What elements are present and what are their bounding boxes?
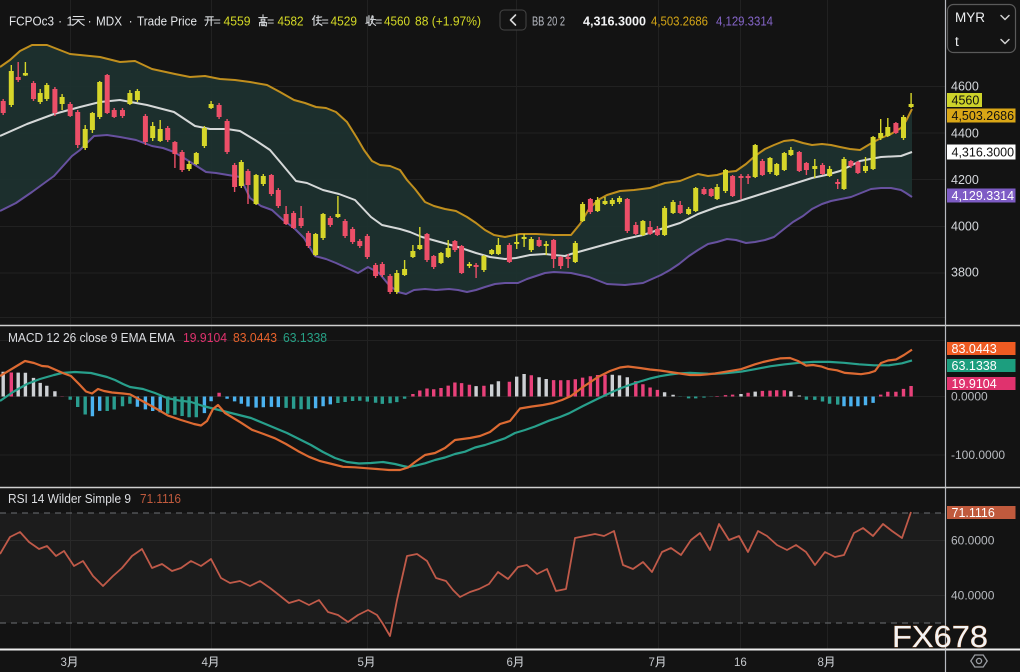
svg-text:BB 20 2: BB 20 2 [532, 15, 565, 29]
svg-text:83.0443: 83.0443 [233, 331, 277, 345]
svg-text:4560: 4560 [384, 15, 410, 29]
svg-text:=: = [214, 15, 221, 29]
svg-text:63.1338: 63.1338 [283, 331, 327, 345]
svg-text:·: · [58, 15, 62, 29]
svg-text:1: 1 [67, 15, 74, 29]
svg-text:MYR: MYR [955, 10, 985, 25]
svg-text:4600: 4600 [951, 80, 979, 94]
svg-text:3: 3 [61, 657, 67, 669]
svg-text:Trade Price: Trade Price [137, 15, 197, 29]
svg-text:4,316.3000: 4,316.3000 [952, 145, 1015, 159]
svg-text:=: = [322, 15, 329, 29]
svg-text:4529: 4529 [331, 15, 358, 29]
svg-text:4000: 4000 [951, 220, 979, 234]
svg-text:MACD 12 26 close 9 EMA EMA: MACD 12 26 close 9 EMA EMA [8, 331, 176, 345]
svg-text:83.0443: 83.0443 [952, 342, 997, 356]
svg-text:·: · [88, 15, 92, 29]
svg-text:4,129.3314: 4,129.3314 [952, 189, 1015, 203]
svg-text:0.0000: 0.0000 [951, 390, 988, 404]
svg-text:4559: 4559 [224, 15, 251, 29]
svg-text:63.1338: 63.1338 [952, 359, 997, 373]
svg-text:16: 16 [734, 657, 747, 669]
svg-text:FX678: FX678 [892, 619, 988, 654]
svg-text:=: = [267, 15, 274, 29]
svg-text:4200: 4200 [951, 173, 979, 187]
svg-text:7: 7 [649, 657, 655, 669]
svg-text:71.1116: 71.1116 [140, 492, 181, 506]
svg-text:4,316.3000: 4,316.3000 [583, 15, 646, 29]
svg-text:3800: 3800 [951, 266, 979, 280]
svg-text:·: · [129, 15, 133, 29]
svg-text:=: = [375, 15, 382, 29]
svg-text:FCPOc3: FCPOc3 [9, 15, 54, 29]
svg-text:MDX: MDX [96, 15, 123, 29]
svg-text:40.0000: 40.0000 [951, 589, 995, 603]
svg-text:60.0000: 60.0000 [951, 534, 995, 548]
svg-text:4582: 4582 [278, 15, 304, 29]
svg-text:4,503.2686: 4,503.2686 [651, 15, 708, 29]
svg-text:5: 5 [358, 657, 364, 669]
svg-text:4,129.3314: 4,129.3314 [716, 15, 773, 29]
svg-text:6: 6 [507, 657, 513, 669]
svg-text:4560: 4560 [952, 93, 980, 107]
svg-text:4400: 4400 [951, 127, 979, 141]
svg-text:71.1116: 71.1116 [952, 506, 995, 520]
svg-text:4: 4 [202, 657, 209, 669]
svg-text:88 (+1.97%): 88 (+1.97%) [415, 15, 481, 29]
svg-text:4,503.2686: 4,503.2686 [952, 109, 1015, 123]
svg-text:8: 8 [818, 657, 824, 669]
svg-text:19.9104: 19.9104 [183, 331, 227, 345]
svg-text:t: t [955, 34, 959, 49]
svg-text:RSI 14 Wilder Simple 9: RSI 14 Wilder Simple 9 [8, 492, 131, 506]
svg-text:-100.0000: -100.0000 [951, 448, 1005, 462]
